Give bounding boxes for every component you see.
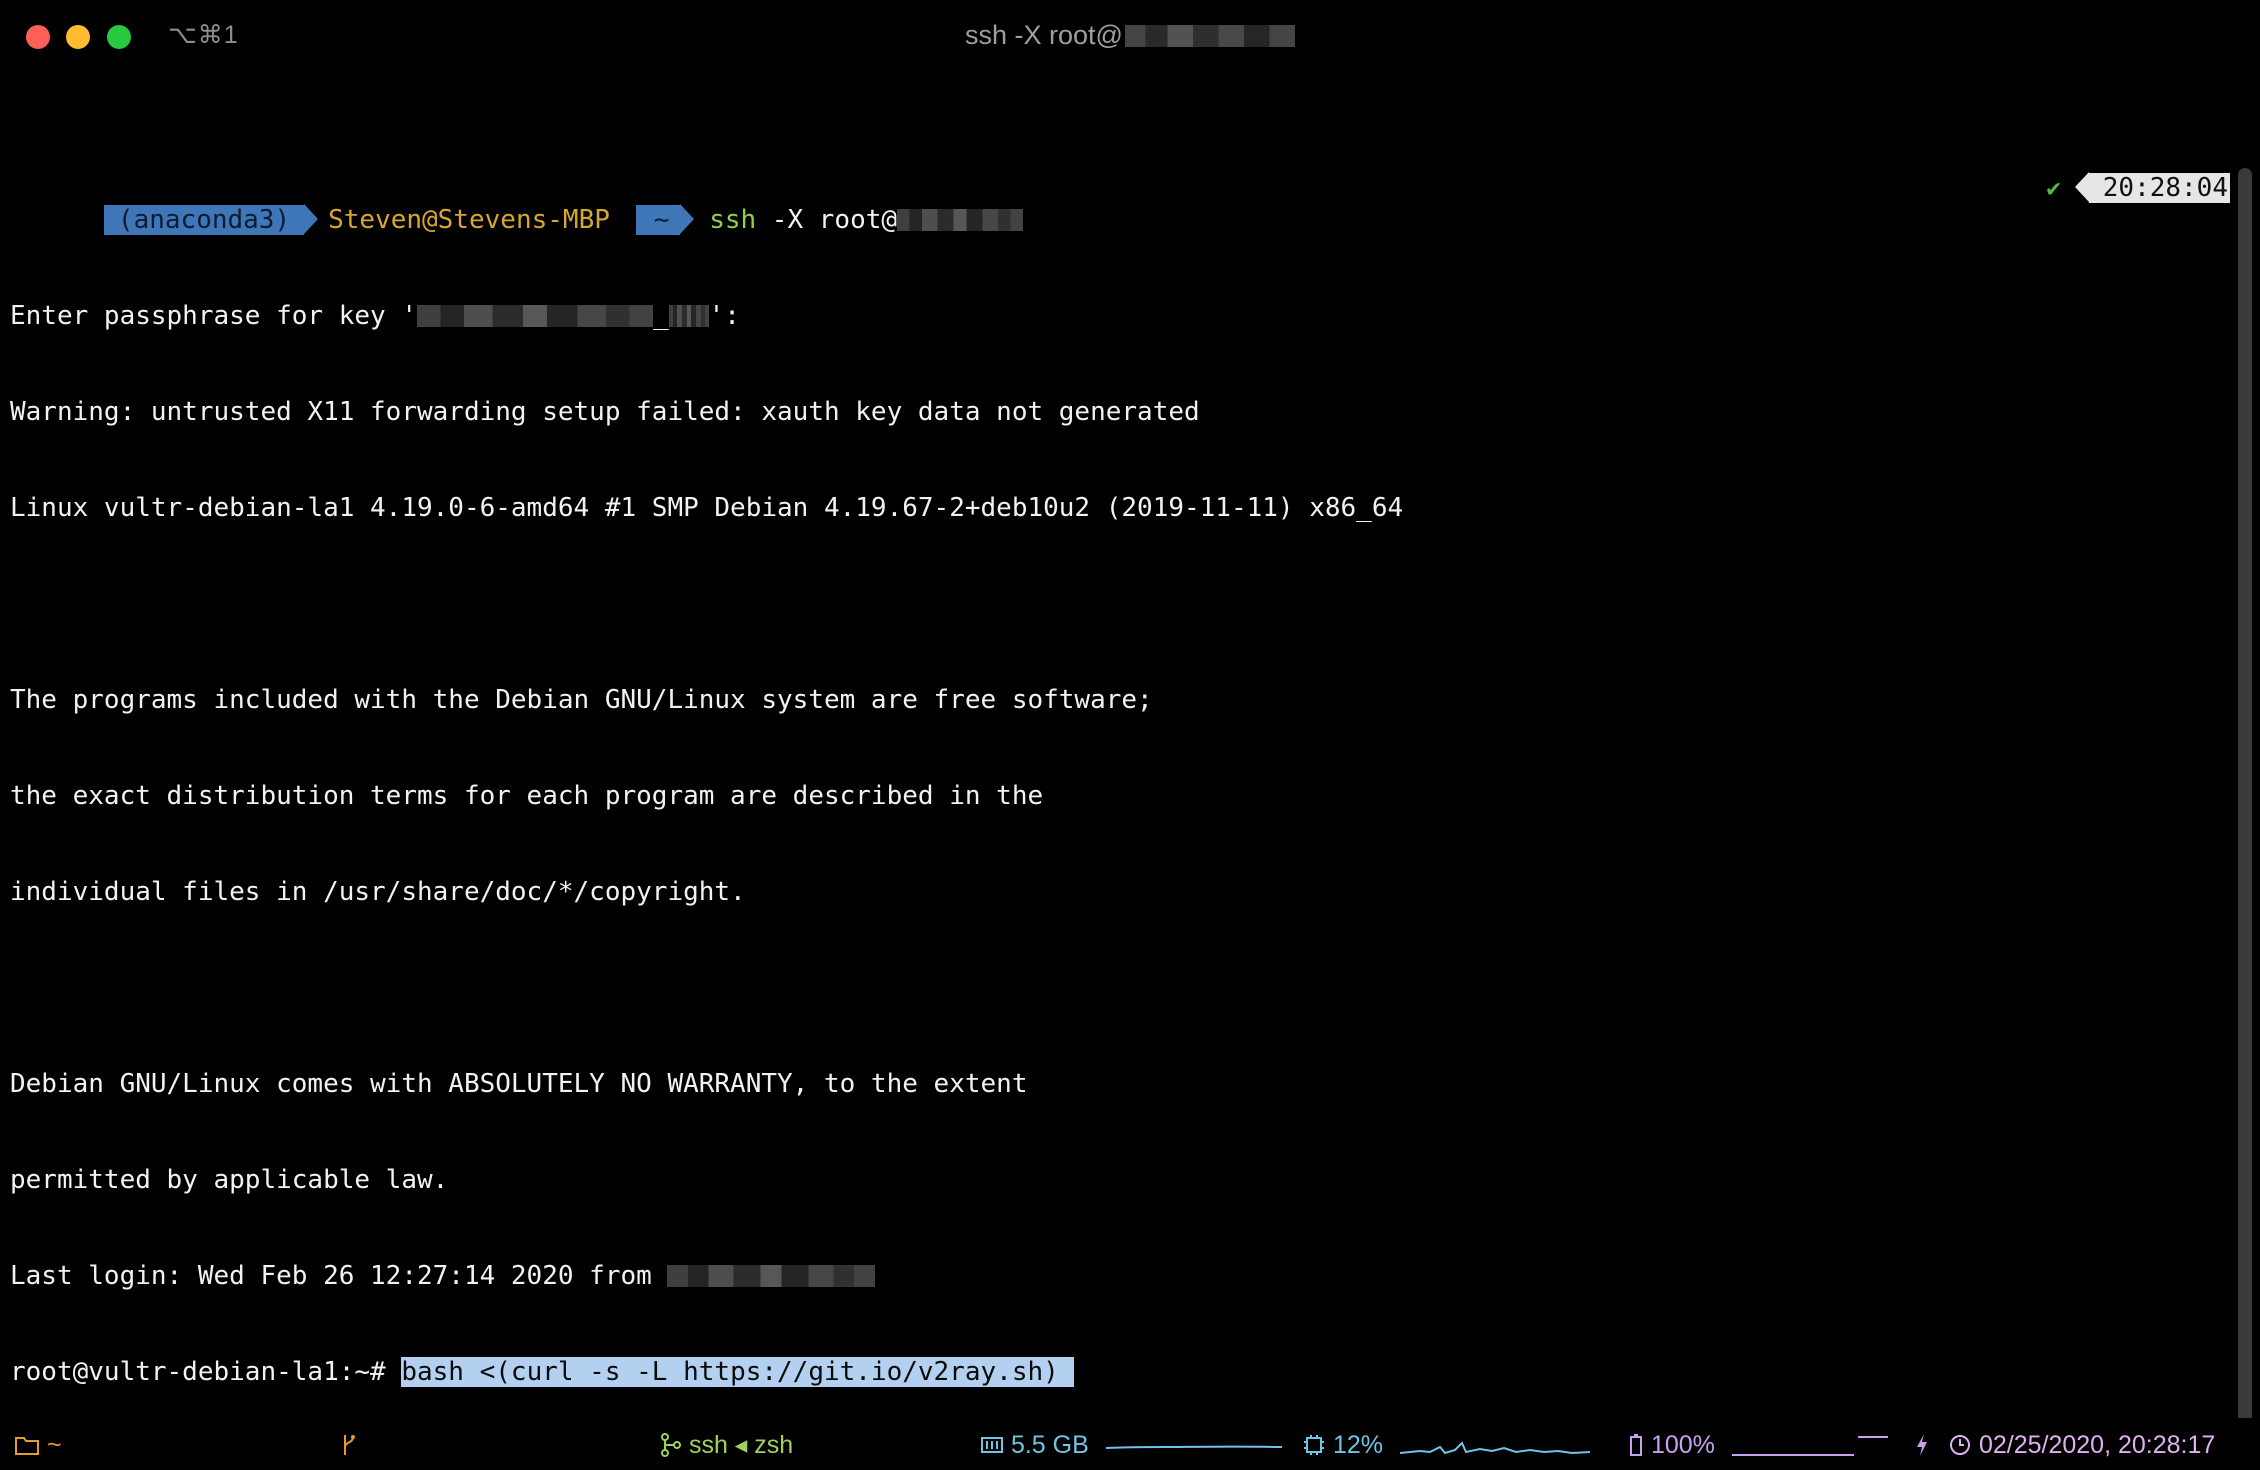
root-prompt: root@vultr-debian-la1:~# — [10, 1357, 402, 1387]
output-line: Enter passphrase for key ' _ ': — [10, 300, 2230, 332]
status-dir[interactable]: ~ — [14, 1430, 62, 1460]
cpu-sparkline — [1399, 1441, 1590, 1455]
output-line: The programs included with the Debian GN… — [10, 685, 1153, 715]
output-line: permitted by applicable law. — [10, 1165, 449, 1195]
status-clock-text: 02/25/2020, 20:28:17 — [1978, 1431, 2216, 1459]
status-cpu-text: 12% — [1332, 1431, 1383, 1459]
redacted-ip — [667, 1265, 876, 1287]
memory-icon — [981, 1437, 1003, 1453]
folder-icon — [15, 1437, 39, 1455]
memory-sparkline — [1105, 1445, 1282, 1450]
segment-separator — [621, 204, 636, 234]
command-name: ssh — [709, 205, 757, 235]
segment-separator — [679, 204, 694, 234]
status-dir-text: ~ — [46, 1431, 62, 1459]
redacted-key-path — [668, 305, 709, 327]
redacted-host — [1124, 25, 1295, 47]
process-tree-icon — [661, 1433, 681, 1457]
output-line: individual files in /usr/share/doc/*/cop… — [10, 877, 746, 907]
terminal-window: ⌥⌘1 ssh -X root@ (anaconda3) Steven@Steve… — [0, 0, 2260, 1470]
selected-command[interactable]: bash <(curl -s -L https://git.io/v2ray.s… — [401, 1357, 1075, 1387]
status-clock[interactable]: 02/25/2020, 20:28:17 — [1948, 1430, 2215, 1460]
scrollbar[interactable] — [2238, 168, 2252, 1424]
conda-env-segment: (anaconda3) — [103, 205, 305, 235]
status-job[interactable]: ssh ◂ zsh — [660, 1430, 793, 1460]
battery-icon — [1630, 1434, 1642, 1456]
output-line: the exact distribution terms for each pr… — [10, 781, 1044, 811]
window-title-text: ssh -X root@ — [965, 20, 1123, 50]
cpu-icon — [1304, 1435, 1324, 1455]
status-git[interactable] — [340, 1430, 358, 1460]
dir-segment: ~ — [635, 205, 680, 235]
window-title: ssh -X root@ — [0, 20, 2260, 51]
segment-separator — [304, 204, 319, 234]
status-memory-text: 5.5 GB — [1010, 1431, 1089, 1459]
status-battery-text: 100% — [1650, 1431, 1715, 1459]
output-line: Linux vultr-debian-la1 4.19.0-6-amd64 #1… — [10, 493, 1404, 523]
user-host-segment: Steven@Stevens-MBP — [328, 205, 610, 235]
dir-segment-wrap: ~ — [635, 204, 694, 235]
terminal-output[interactable]: (anaconda3) Steven@Stevens-MBP ~ ssh -X ro… — [10, 76, 2230, 1452]
root-prompt-line[interactable]: root@vultr-debian-la1:~# bash <(curl -s … — [10, 1356, 2230, 1388]
status-bar: ~ ssh ◂ zsh 5.5 GB 12% 100% 02/25/2020, — [0, 1418, 2260, 1470]
command-args: -X root@ — [756, 205, 898, 235]
output-line: Debian GNU/Linux comes with ABSOLUTELY N… — [10, 1069, 1028, 1099]
output-line: Warning: untrusted X11 forwarding setup … — [10, 397, 1200, 427]
title-bar[interactable]: ⌥⌘1 ssh -X root@ — [0, 0, 2260, 72]
status-cpu[interactable]: 12% — [1302, 1430, 1590, 1460]
clock-icon — [1950, 1435, 1970, 1455]
status-job-text: ssh ◂ zsh — [688, 1431, 794, 1459]
git-branch-icon — [344, 1435, 355, 1455]
success-check-icon: ✔ — [2046, 174, 2061, 202]
output-line: Last login: Wed Feb 26 12:27:14 2020 fro… — [10, 1260, 2230, 1292]
lightning-icon — [1916, 1434, 1927, 1456]
passphrase-prefix: Enter passphrase for key ' — [10, 301, 417, 331]
redacted-key-path — [417, 305, 653, 327]
passphrase-mid: _ — [653, 301, 669, 331]
battery-sparkline — [1731, 1436, 1888, 1457]
last-login-text: Last login: Wed Feb 26 12:27:14 2020 fro… — [10, 1261, 668, 1291]
passphrase-suffix: ': — [708, 301, 740, 331]
redacted-host — [897, 209, 1024, 231]
segment-separator — [2074, 172, 2089, 202]
status-memory[interactable]: 5.5 GB — [980, 1430, 1282, 1460]
prompt-line: (anaconda3) Steven@Stevens-MBP ~ ssh -X ro… — [10, 172, 2230, 235]
prompt-right-status: ✔ 20:28:04 — [2046, 172, 2230, 203]
prompt-time: 20:28:04 — [2088, 173, 2230, 203]
status-battery[interactable]: 100% — [1628, 1430, 1929, 1460]
